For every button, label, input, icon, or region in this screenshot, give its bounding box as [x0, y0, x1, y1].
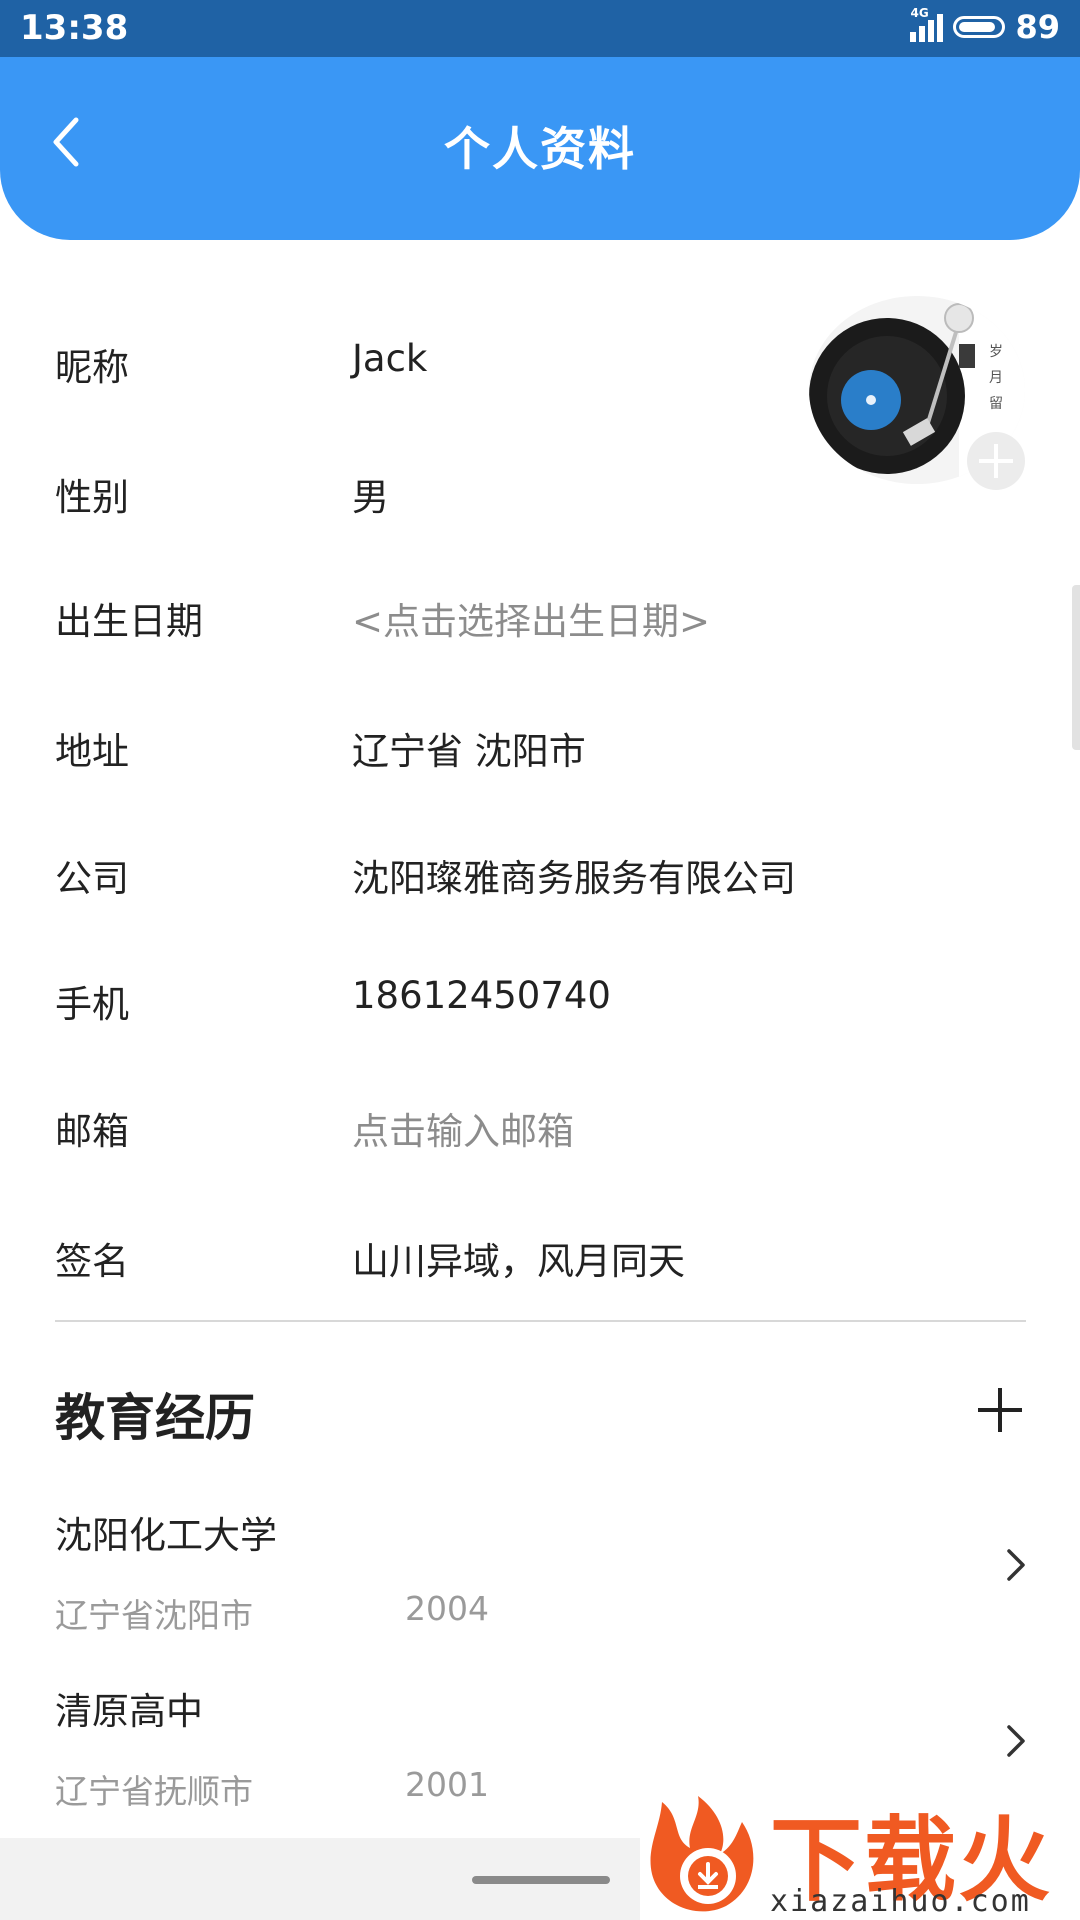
signature-row[interactable]: 签名 山川异域，风月同天: [55, 1231, 1025, 1291]
plus-icon: [979, 444, 1013, 478]
svg-text:月: 月: [989, 370, 1003, 386]
education-school: 清原高中: [55, 1690, 203, 1733]
nickname-label: 昵称: [55, 346, 129, 389]
nickname-value[interactable]: Jack: [352, 337, 427, 380]
gender-value[interactable]: 男: [352, 467, 389, 521]
divider: [55, 1320, 1026, 1322]
watermark-url: xiazaihuo.com: [770, 1884, 1031, 1919]
signal-icon: 4G: [910, 6, 944, 42]
company-value[interactable]: 沈阳璨雅商务服务有限公司: [352, 848, 796, 902]
email-label: 邮箱: [55, 1110, 129, 1153]
education-year: 2004: [405, 1589, 489, 1628]
birthday-label: 出生日期: [55, 600, 203, 643]
address-row[interactable]: 地址 辽宁省 沈阳市: [55, 721, 1025, 781]
header-bar: 个人资料: [0, 57, 1080, 240]
education-year: 2001: [405, 1765, 489, 1804]
avatar[interactable]: 岁 月 留: [809, 296, 1025, 490]
home-indicator[interactable]: [472, 1876, 610, 1884]
avatar-add-button[interactable]: [967, 432, 1025, 490]
plus-icon[interactable]: [974, 1384, 1026, 1436]
status-bar: 13:38 4G 89: [0, 0, 1080, 57]
list-item[interactable]: 沈阳化工大学 辽宁省沈阳市 2004: [55, 1505, 1030, 1655]
gender-label: 性别: [55, 476, 129, 519]
company-label: 公司: [55, 857, 129, 900]
phone-value[interactable]: 18612450740: [352, 974, 611, 1017]
email-input[interactable]: 点击输入邮箱: [352, 1101, 574, 1155]
address-value[interactable]: 辽宁省 沈阳市: [352, 721, 586, 775]
flame-logo-icon: [650, 1796, 754, 1912]
birthday-row[interactable]: 出生日期 <点击选择出生日期>: [55, 591, 1025, 651]
signature-label: 签名: [55, 1240, 129, 1283]
education-school: 沈阳化工大学: [55, 1514, 277, 1557]
svg-text:留: 留: [989, 396, 1003, 412]
education-title: 教育经历: [55, 1389, 255, 1447]
status-time: 13:38: [20, 8, 129, 48]
svg-text:岁: 岁: [989, 344, 1003, 360]
birthday-picker[interactable]: <点击选择出生日期>: [352, 591, 710, 645]
signature-value[interactable]: 山川异域，风月同天: [352, 1231, 685, 1285]
page-title: 个人资料: [444, 122, 636, 176]
company-row[interactable]: 公司 沈阳璨雅商务服务有限公司: [55, 848, 1025, 908]
scroll-edge-indicator: [1072, 585, 1080, 750]
education-place: 辽宁省沈阳市: [55, 1596, 253, 1635]
chevron-right-icon[interactable]: [1003, 1721, 1029, 1761]
education-place: 辽宁省抚顺市: [55, 1772, 253, 1811]
network-type: 4G: [910, 6, 929, 20]
email-row[interactable]: 邮箱 点击输入邮箱: [55, 1101, 1025, 1161]
status-icons: 4G 89: [910, 6, 1060, 46]
phone-label: 手机: [55, 983, 129, 1026]
chevron-right-icon[interactable]: [1003, 1545, 1029, 1585]
address-label: 地址: [55, 730, 129, 773]
watermark: 下载火 xiazaihuo.com: [640, 1782, 1080, 1920]
battery-icon: [953, 16, 1006, 38]
battery-percent: 89: [1015, 8, 1060, 46]
phone-row[interactable]: 手机 18612450740: [55, 974, 1025, 1034]
